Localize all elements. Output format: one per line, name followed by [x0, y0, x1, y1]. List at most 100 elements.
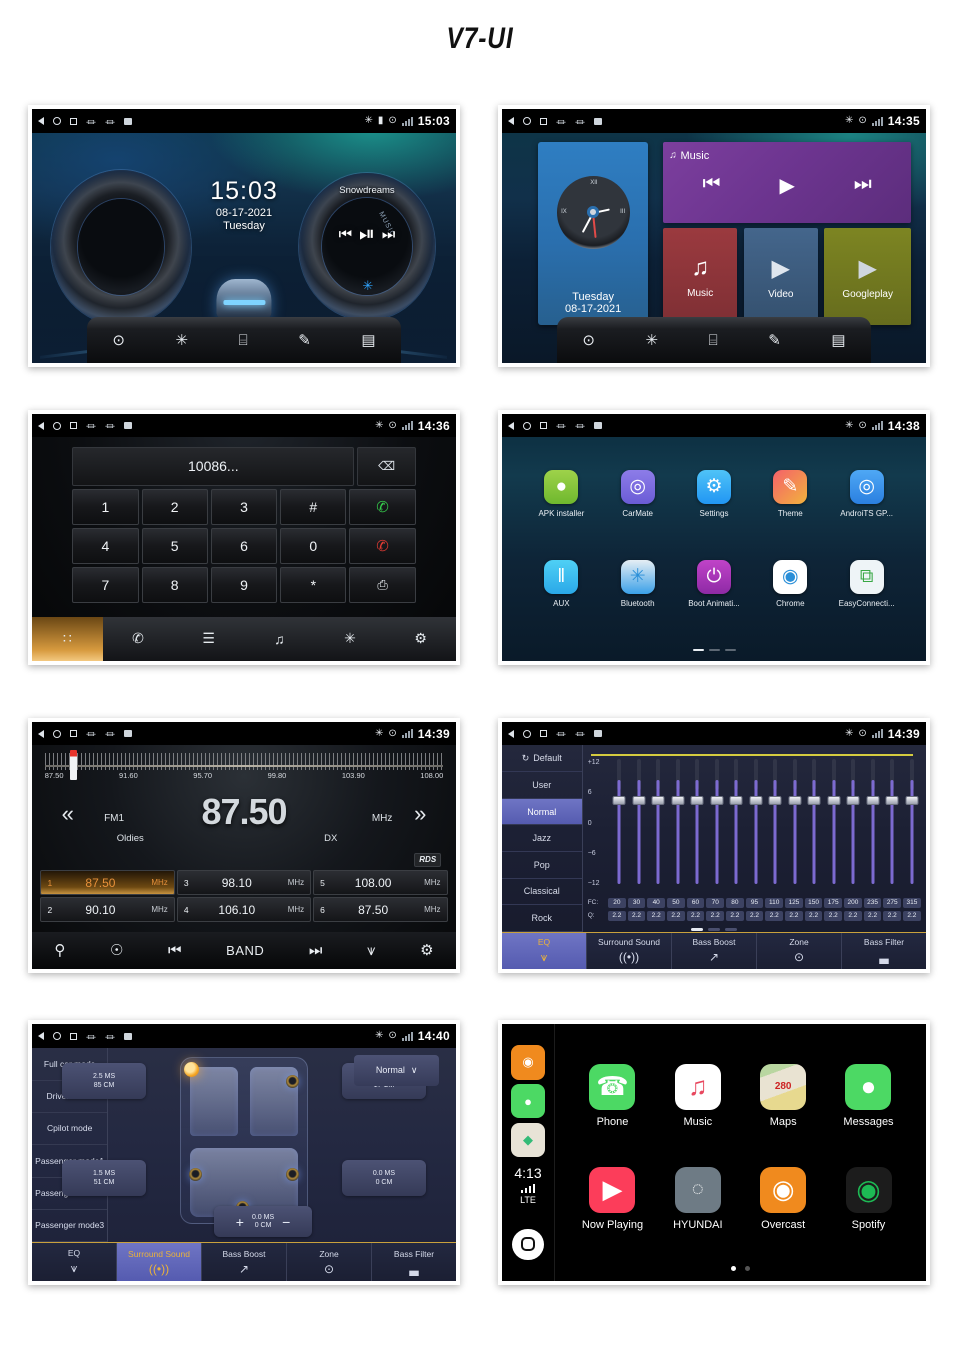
- recents-icon[interactable]: [70, 117, 77, 125]
- dock-radio-icon[interactable]: ▤: [831, 333, 845, 348]
- q-value[interactable]: 2.2: [863, 910, 882, 921]
- home-icon[interactable]: [523, 421, 531, 430]
- carplay-app-now-playing[interactable]: ▶ Now Playing: [582, 1166, 643, 1231]
- call-button[interactable]: ✆: [349, 489, 416, 526]
- tab-bass-boost[interactable]: Bass Boost ↗: [672, 932, 757, 969]
- back-icon[interactable]: [508, 421, 514, 430]
- q-value[interactable]: 2.2: [608, 910, 626, 921]
- fc-value[interactable]: 50: [667, 897, 685, 908]
- q-value[interactable]: 2.2: [686, 910, 705, 921]
- fc-value[interactable]: 200: [844, 897, 862, 908]
- key-5[interactable]: 5: [141, 528, 208, 565]
- delay-front-left[interactable]: 2.5 MS 85 CM: [61, 1062, 147, 1099]
- tab-bass-filter[interactable]: Bass Filter ▃: [372, 1243, 456, 1281]
- dock-theme-icon[interactable]: ✎: [768, 333, 781, 348]
- carplay-home-button[interactable]: [512, 1228, 544, 1260]
- back-icon[interactable]: [508, 117, 514, 126]
- tab-bluetooth-phone[interactable]: ✳: [315, 617, 386, 661]
- key-0[interactable]: 0: [280, 528, 347, 565]
- page-dot[interactable]: [745, 1265, 750, 1271]
- tab-eq[interactable]: EQ ⩛: [502, 932, 587, 969]
- slider-thumb[interactable]: [612, 796, 626, 806]
- app-chrome[interactable]: ◉ Chrome: [773, 559, 808, 608]
- frequency-ruler[interactable]: [44, 752, 444, 771]
- transfer-to-phone-button[interactable]: ⎙: [349, 567, 416, 603]
- home-icon[interactable]: [53, 421, 61, 430]
- preset-2[interactable]: 2 90.10 MHz: [40, 897, 175, 923]
- dock-apps-icon[interactable]: ⌸: [709, 333, 718, 348]
- back-icon[interactable]: [38, 1032, 44, 1041]
- q-value[interactable]: 2.2: [745, 910, 764, 921]
- app-boot-animation[interactable]: ⏻ Boot Animati...: [688, 559, 740, 608]
- key-7[interactable]: 7: [72, 567, 139, 603]
- page-dot[interactable]: [708, 648, 720, 652]
- preset-3[interactable]: 3 98.10 MHz: [176, 870, 312, 896]
- back-icon[interactable]: [508, 729, 514, 738]
- widget-play-button[interactable]: ▶: [779, 173, 794, 198]
- carplay-app-music[interactable]: ♫ Music: [674, 1063, 721, 1128]
- eq-band-slider[interactable]: [707, 759, 725, 887]
- fc-value[interactable]: 235: [863, 897, 882, 908]
- fc-value[interactable]: 20: [608, 897, 626, 908]
- tab-surround-sound[interactable]: Surround Sound ((•)): [587, 932, 672, 969]
- fc-value[interactable]: 175: [824, 897, 843, 908]
- back-icon[interactable]: [38, 117, 44, 126]
- slider-thumb[interactable]: [866, 796, 880, 806]
- eq-band-slider[interactable]: [902, 759, 920, 887]
- app-settings[interactable]: ⚙ Settings: [696, 469, 731, 518]
- band-button[interactable]: BAND: [226, 943, 264, 958]
- eq-band-slider[interactable]: [668, 759, 686, 887]
- tab-contacts[interactable]: ☰: [173, 617, 244, 661]
- key-hash[interactable]: #: [280, 489, 347, 526]
- eq-band-slider[interactable]: [883, 759, 901, 887]
- tune-up-button[interactable]: »: [414, 801, 426, 827]
- dock-radio-icon[interactable]: ▤: [361, 333, 375, 348]
- page-dot[interactable]: [724, 648, 736, 652]
- page-dot[interactable]: [691, 928, 703, 931]
- home-icon[interactable]: [53, 117, 61, 126]
- recents-icon[interactable]: [540, 422, 547, 430]
- slider-thumb[interactable]: [807, 796, 821, 806]
- slider-thumb[interactable]: [749, 796, 763, 806]
- q-value[interactable]: 2.2: [765, 910, 784, 921]
- tile-googleplay[interactable]: ▶ Googleplay: [824, 228, 912, 325]
- tab-bass-boost[interactable]: Bass Boost ↗: [202, 1243, 287, 1281]
- eq-preset-classical[interactable]: Classical: [502, 879, 582, 906]
- dock-apps-icon[interactable]: ⌸: [239, 333, 248, 348]
- delay-rear-right[interactable]: 0.0 MS 0 CM: [341, 1160, 427, 1197]
- eq-band-slider[interactable]: [688, 759, 706, 887]
- key-6[interactable]: 6: [210, 528, 278, 565]
- tab-call-log[interactable]: ✆: [103, 617, 174, 661]
- eq-band-slider[interactable]: [766, 759, 784, 887]
- app-aux[interactable]: ‖ AUX: [544, 559, 579, 608]
- tab-zone[interactable]: Zone ⊙: [287, 1243, 372, 1281]
- preset-1[interactable]: 1 87.50 MHz: [40, 870, 175, 896]
- app-carmate[interactable]: ◎ CarMate: [620, 469, 655, 518]
- delay-rear-left[interactable]: 1.5 MS 51 CM: [61, 1160, 147, 1197]
- q-value[interactable]: 2.2: [804, 910, 823, 921]
- carplay-app-phone[interactable]: ☎ Phone: [589, 1063, 636, 1128]
- fc-value[interactable]: 60: [686, 897, 705, 908]
- home-icon[interactable]: [523, 117, 531, 126]
- eq-preset-user[interactable]: User: [502, 772, 582, 799]
- phone-number-input[interactable]: 10086...: [72, 447, 355, 486]
- q-value[interactable]: 2.2: [785, 910, 803, 921]
- back-icon[interactable]: [38, 729, 44, 738]
- eq-preset-jazz[interactable]: Jazz: [502, 825, 582, 853]
- slider-thumb[interactable]: [846, 796, 860, 806]
- recents-icon[interactable]: [540, 117, 547, 125]
- q-value[interactable]: 2.2: [667, 910, 685, 921]
- key-8[interactable]: 8: [141, 567, 208, 603]
- dock-navigation-icon[interactable]: ⊙: [112, 333, 125, 348]
- q-value[interactable]: 2.2: [647, 910, 666, 921]
- maps-icon[interactable]: ◆: [510, 1123, 546, 1158]
- slider-thumb[interactable]: [632, 796, 646, 806]
- fc-value[interactable]: 80: [726, 897, 744, 908]
- app-androits-gps[interactable]: ◎ AndroiTS GP...: [840, 469, 893, 518]
- q-value[interactable]: 2.2: [903, 910, 921, 921]
- eq-band-slider[interactable]: [610, 759, 628, 887]
- slider-thumb[interactable]: [905, 796, 919, 806]
- gear-icon[interactable]: ⚙: [420, 941, 433, 959]
- slider-thumb[interactable]: [885, 796, 899, 806]
- prev-track-button[interactable]: ⏮: [339, 226, 353, 243]
